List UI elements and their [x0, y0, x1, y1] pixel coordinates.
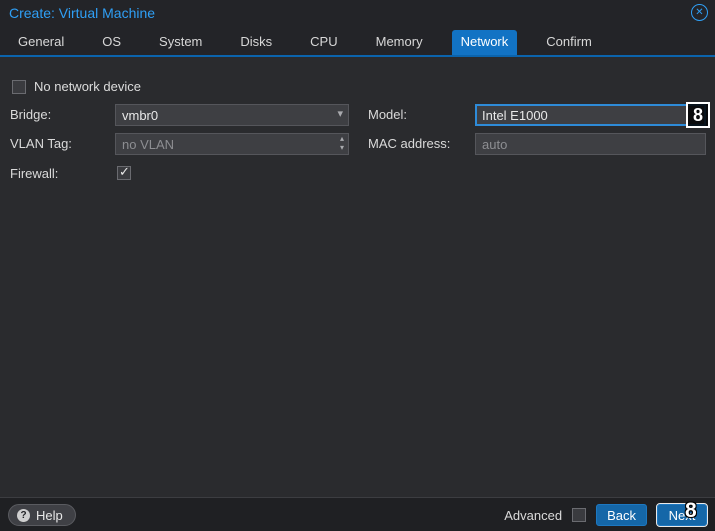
tab-bar: General OS System Disks CPU Memory Netwo… — [9, 30, 601, 55]
firewall-label: Firewall: — [10, 163, 58, 185]
tab-os[interactable]: OS — [93, 30, 130, 55]
tab-disks[interactable]: Disks — [231, 30, 281, 55]
model-combo — [475, 104, 706, 126]
tab-cpu[interactable]: CPU — [301, 30, 346, 55]
tab-confirm[interactable]: Confirm — [537, 30, 601, 55]
help-button[interactable]: ? Help — [8, 504, 76, 526]
bridge-combo: ▾ — [115, 104, 349, 126]
help-button-label: Help — [36, 508, 63, 523]
vlan-tag-spinner: ▴ ▾ — [115, 133, 349, 155]
bridge-label: Bridge: — [10, 104, 51, 126]
advanced-label: Advanced — [504, 508, 562, 523]
tab-system[interactable]: System — [150, 30, 211, 55]
bridge-select[interactable] — [115, 104, 349, 126]
vlan-tag-label: VLAN Tag: — [10, 133, 72, 155]
firewall-checkbox[interactable]: ✓ — [117, 166, 131, 180]
spinner-arrows[interactable]: ▴ ▾ — [340, 134, 344, 152]
firewall-wrap: ✓ — [117, 166, 131, 188]
advanced-checkbox[interactable] — [572, 508, 586, 522]
mac-address-input[interactable] — [475, 133, 706, 155]
close-icon[interactable]: ✕ — [691, 4, 708, 21]
vlan-tag-input[interactable] — [115, 133, 349, 155]
model-label: Model: — [368, 104, 407, 126]
network-tab-panel: No network device Bridge: ▾ Model: VLAN … — [0, 59, 715, 497]
model-select[interactable] — [475, 104, 706, 126]
spinner-down-icon[interactable]: ▾ — [340, 143, 344, 152]
next-button[interactable]: Next — [657, 504, 707, 526]
footer-actions: Advanced Back Next — [504, 504, 707, 526]
mac-address-wrap — [475, 133, 706, 155]
dialog-title: Create: Virtual Machine — [9, 5, 155, 21]
no-network-device-label: No network device — [34, 79, 141, 94]
spinner-up-icon[interactable]: ▴ — [340, 134, 344, 143]
dialog-footer: ? Help Advanced Back Next — [0, 497, 715, 531]
chevron-down-icon[interactable]: ▾ — [337, 107, 343, 120]
back-button[interactable]: Back — [596, 504, 647, 526]
tab-memory[interactable]: Memory — [367, 30, 432, 55]
tab-general[interactable]: General — [9, 30, 73, 55]
dialog-header: Create: Virtual Machine ✕ General OS Sys… — [0, 0, 715, 57]
help-icon: ? — [17, 509, 30, 522]
check-icon: ✓ — [119, 164, 130, 180]
mac-address-label: MAC address: — [368, 133, 450, 155]
tab-network[interactable]: Network — [452, 30, 518, 55]
no-network-device-checkbox[interactable] — [12, 80, 26, 94]
no-network-device-row: No network device — [12, 79, 141, 94]
